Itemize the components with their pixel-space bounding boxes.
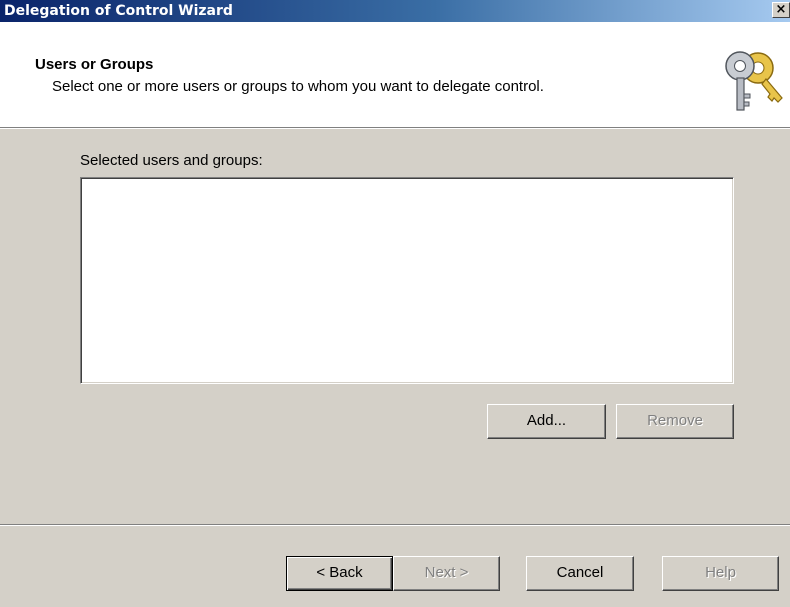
selected-users-list[interactable] [80, 177, 734, 384]
add-button[interactable]: Add... [487, 404, 606, 439]
page-subtitle: Select one or more users or groups to wh… [52, 78, 544, 95]
back-button[interactable]: < Back [286, 556, 393, 591]
footer-divider [0, 524, 790, 526]
title-bar[interactable]: Delegation of Control Wizard × [0, 0, 790, 22]
next-button[interactable]: Next > [393, 556, 500, 591]
remove-button[interactable]: Remove [616, 404, 734, 439]
wizard-header: Users or Groups Select one or more users… [0, 22, 790, 129]
window-title: Delegation of Control Wizard [4, 3, 233, 19]
selected-users-label: Selected users and groups: [80, 152, 263, 169]
close-icon: × [775, 2, 787, 17]
help-button[interactable]: Help [662, 556, 779, 591]
close-button[interactable]: × [772, 2, 790, 18]
keys-icon [725, 51, 783, 111]
cancel-button[interactable]: Cancel [526, 556, 634, 591]
page-title: Users or Groups [35, 56, 154, 73]
